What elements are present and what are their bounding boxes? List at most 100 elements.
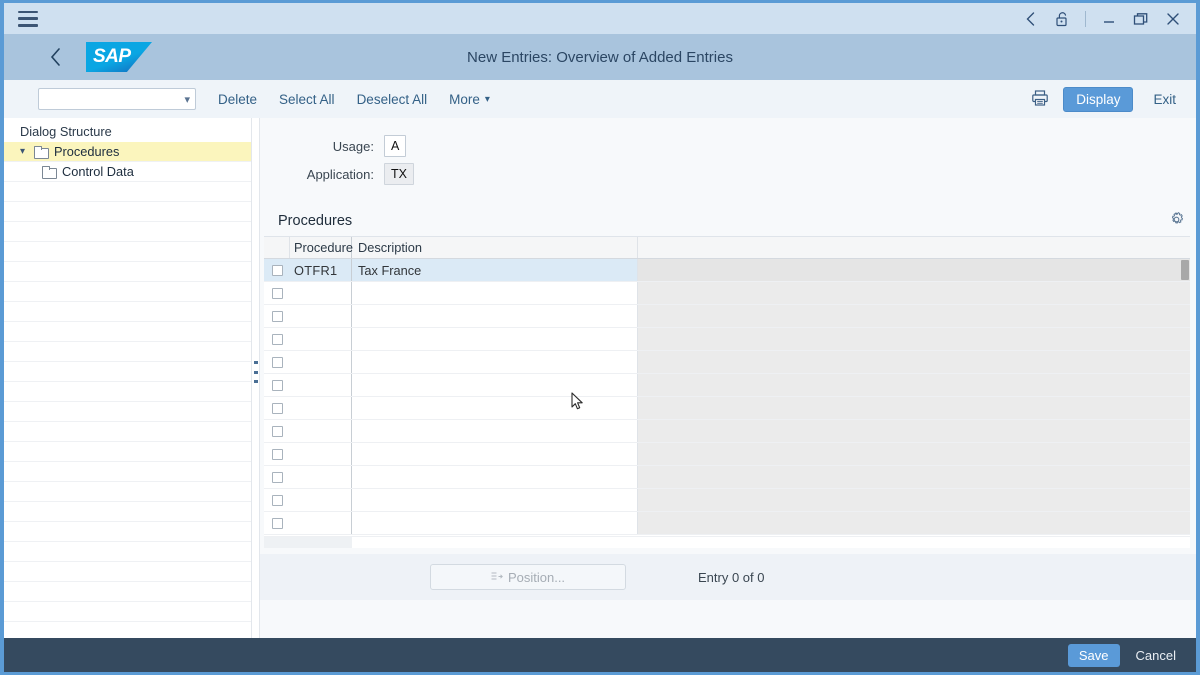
cell-description[interactable] bbox=[352, 420, 638, 442]
minimize-icon[interactable] bbox=[1100, 10, 1118, 28]
row-checkbox[interactable] bbox=[271, 448, 283, 460]
chevron-down-icon[interactable]: ▾ bbox=[20, 142, 32, 162]
row-checkbox[interactable] bbox=[271, 471, 283, 483]
table-row[interactable]: OTFR1 Tax France bbox=[264, 259, 1190, 282]
table-row[interactable] bbox=[264, 282, 1190, 305]
table-row[interactable] bbox=[264, 328, 1190, 351]
sidebar-empty-row bbox=[4, 382, 251, 402]
cell-description[interactable] bbox=[352, 512, 638, 534]
row-checkbox-cell[interactable] bbox=[264, 397, 290, 419]
table-row[interactable] bbox=[264, 305, 1190, 328]
unlock-icon[interactable] bbox=[1053, 10, 1071, 28]
cell-procedure[interactable] bbox=[290, 443, 352, 465]
table-row[interactable] bbox=[264, 489, 1190, 512]
close-icon[interactable] bbox=[1164, 10, 1182, 28]
cell-procedure[interactable] bbox=[290, 489, 352, 511]
cell-description[interactable] bbox=[352, 397, 638, 419]
deselect-all-button[interactable]: Deselect All bbox=[357, 92, 428, 107]
row-checkbox-cell[interactable] bbox=[264, 305, 290, 327]
delete-button[interactable]: Delete bbox=[218, 92, 257, 107]
sap-logo[interactable]: SAP bbox=[86, 42, 152, 72]
cell-procedure[interactable] bbox=[290, 397, 352, 419]
row-checkbox[interactable] bbox=[271, 264, 283, 276]
row-checkbox[interactable] bbox=[271, 310, 283, 322]
row-checkbox[interactable] bbox=[271, 517, 283, 529]
row-checkbox[interactable] bbox=[271, 494, 283, 506]
restore-icon[interactable] bbox=[1132, 10, 1150, 28]
sidebar-empty-row bbox=[4, 442, 251, 462]
cell-procedure[interactable]: OTFR1 bbox=[290, 259, 352, 281]
row-checkbox[interactable] bbox=[271, 402, 283, 414]
row-checkbox-cell[interactable] bbox=[264, 328, 290, 350]
table-row[interactable] bbox=[264, 397, 1190, 420]
sidebar-empty-rows bbox=[4, 182, 251, 638]
row-checkbox[interactable] bbox=[271, 333, 283, 345]
table-vertical-scrollbar[interactable] bbox=[1181, 260, 1189, 280]
main-body: Dialog Structure ▾ Procedures Control Da… bbox=[0, 118, 1200, 638]
row-checkbox-cell[interactable] bbox=[264, 351, 290, 373]
table-row[interactable] bbox=[264, 420, 1190, 443]
cell-description[interactable] bbox=[352, 466, 638, 488]
row-checkbox[interactable] bbox=[271, 425, 283, 437]
select-all-column-header[interactable] bbox=[264, 237, 290, 258]
view-select-dropdown[interactable]: ▾ bbox=[38, 88, 196, 110]
row-checkbox-cell[interactable] bbox=[264, 259, 290, 281]
application-field[interactable]: TX bbox=[384, 163, 414, 185]
row-checkbox-cell[interactable] bbox=[264, 489, 290, 511]
sidebar-item-control-data[interactable]: Control Data bbox=[4, 162, 251, 182]
table-row[interactable] bbox=[264, 351, 1190, 374]
row-checkbox-cell[interactable] bbox=[264, 282, 290, 304]
cell-procedure[interactable] bbox=[290, 282, 352, 304]
select-all-button[interactable]: Select All bbox=[279, 92, 335, 107]
cell-procedure[interactable] bbox=[290, 351, 352, 373]
row-checkbox-cell[interactable] bbox=[264, 374, 290, 396]
cell-description[interactable] bbox=[352, 374, 638, 396]
row-checkbox[interactable] bbox=[271, 379, 283, 391]
panel-splitter-handle[interactable] bbox=[252, 118, 260, 638]
back-chevron-icon[interactable] bbox=[1021, 10, 1039, 28]
cell-procedure[interactable] bbox=[290, 512, 352, 534]
cell-description[interactable] bbox=[352, 328, 638, 350]
display-button[interactable]: Display bbox=[1063, 86, 1134, 112]
table-row[interactable] bbox=[264, 512, 1190, 535]
cell-description[interactable] bbox=[352, 489, 638, 511]
save-button[interactable]: Save bbox=[1067, 643, 1120, 667]
cell-procedure[interactable] bbox=[290, 374, 352, 396]
row-checkbox-cell[interactable] bbox=[264, 512, 290, 534]
position-button[interactable]: Position... bbox=[430, 564, 626, 590]
cell-description[interactable]: Tax France bbox=[352, 259, 638, 281]
cell-procedure[interactable] bbox=[290, 305, 352, 327]
column-header-procedure[interactable]: Procedure bbox=[290, 237, 353, 258]
row-checkbox[interactable] bbox=[271, 356, 283, 368]
row-checkbox-cell[interactable] bbox=[264, 443, 290, 465]
table-row[interactable] bbox=[264, 466, 1190, 489]
cell-description[interactable] bbox=[352, 305, 638, 327]
shell-back-button[interactable] bbox=[38, 40, 72, 74]
row-checkbox[interactable] bbox=[271, 287, 283, 299]
cell-description[interactable] bbox=[352, 443, 638, 465]
cell-filler bbox=[638, 305, 1190, 327]
more-menu-button[interactable]: More ▾ bbox=[449, 92, 490, 107]
exit-button[interactable]: Exit bbox=[1147, 88, 1182, 111]
cell-description[interactable] bbox=[352, 351, 638, 373]
row-checkbox-cell[interactable] bbox=[264, 420, 290, 442]
cell-filler bbox=[638, 489, 1190, 511]
cell-description[interactable] bbox=[352, 282, 638, 304]
column-header-description[interactable]: Description bbox=[352, 237, 638, 258]
cell-filler bbox=[638, 420, 1190, 442]
gear-icon[interactable] bbox=[1169, 212, 1184, 230]
cancel-button[interactable]: Cancel bbox=[1130, 644, 1182, 667]
usage-field[interactable]: A bbox=[384, 135, 407, 157]
cell-procedure[interactable] bbox=[290, 466, 352, 488]
hamburger-menu-icon[interactable] bbox=[18, 10, 38, 27]
row-checkbox-cell[interactable] bbox=[264, 466, 290, 488]
table-row[interactable] bbox=[264, 443, 1190, 466]
cell-procedure[interactable] bbox=[290, 420, 352, 442]
sidebar-empty-row bbox=[4, 522, 251, 542]
table-row[interactable] bbox=[264, 374, 1190, 397]
content-area: Usage: A Application: TX Procedures Proc… bbox=[260, 118, 1196, 638]
cell-procedure[interactable] bbox=[290, 328, 352, 350]
sidebar-item-procedures[interactable]: ▾ Procedures bbox=[4, 142, 251, 162]
printer-icon[interactable] bbox=[1031, 89, 1049, 110]
sidebar-empty-row bbox=[4, 582, 251, 602]
